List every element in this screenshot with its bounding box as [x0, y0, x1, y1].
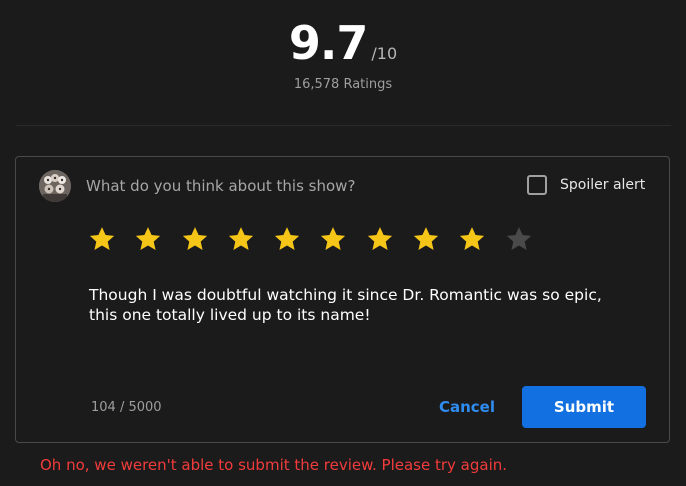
ratings-count: 16,578 Ratings — [293, 77, 393, 92]
score-line: 9.7 /10 — [289, 14, 397, 72]
user-avatar-icon — [39, 170, 71, 202]
spoiler-alert-toggle[interactable]: Spoiler alert — [527, 175, 645, 195]
star-icon-4[interactable] — [227, 225, 255, 253]
star-icon-9[interactable] — [458, 225, 486, 253]
review-prompt: What do you think about this show? — [86, 177, 356, 195]
score-header: 9.7 /10 — [0, 14, 686, 72]
review-card: What do you think about this show? Spoil… — [15, 156, 670, 443]
star-icon-1[interactable] — [88, 225, 116, 253]
character-count: 104 / 5000 — [91, 400, 162, 415]
divider — [16, 125, 671, 126]
cancel-button[interactable]: Cancel — [431, 389, 503, 425]
score-max: /10 — [371, 44, 398, 63]
error-message: Oh no, we weren't able to submit the rev… — [40, 456, 508, 474]
star-icon-7[interactable] — [366, 225, 394, 253]
submit-button[interactable]: Submit — [522, 386, 646, 428]
star-icon-3[interactable] — [181, 225, 209, 253]
star-icon-5[interactable] — [273, 225, 301, 253]
star-icon-2[interactable] — [134, 225, 162, 253]
score-value: 9.7 — [288, 16, 368, 70]
star-rating — [88, 225, 551, 253]
star-icon-10[interactable] — [505, 225, 533, 253]
spoiler-checkbox[interactable] — [527, 175, 547, 195]
review-textarea[interactable]: Though I was doubtful watching it since … — [89, 285, 629, 325]
rating-review-page: 9.7 /10 16,578 Ratings What do you think… — [0, 0, 686, 486]
star-icon-8[interactable] — [412, 225, 440, 253]
star-icon-6[interactable] — [319, 225, 347, 253]
spoiler-label: Spoiler alert — [560, 177, 646, 193]
